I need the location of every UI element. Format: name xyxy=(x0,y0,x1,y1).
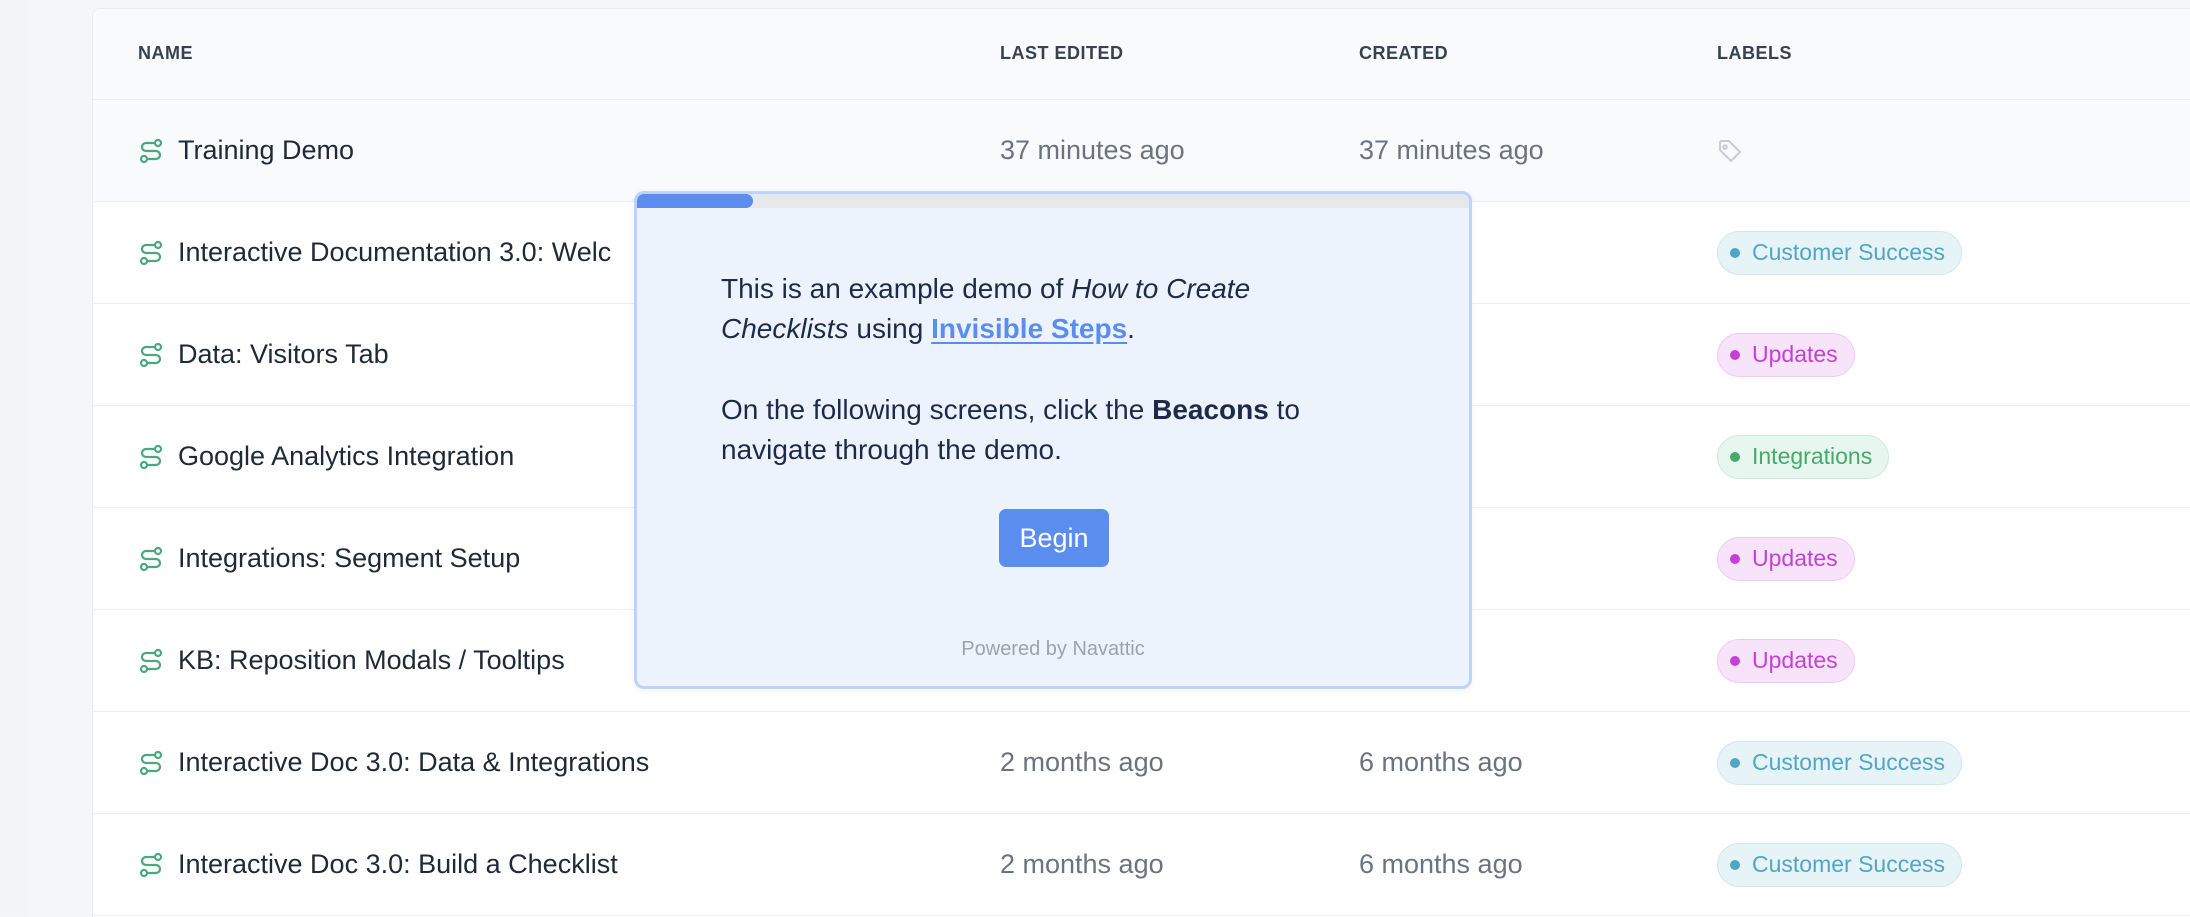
intro-mid: using xyxy=(848,313,932,344)
column-header-name[interactable]: NAME xyxy=(138,43,193,64)
label-dot-icon xyxy=(1730,757,1740,768)
cell-last-edited: 2 months ago xyxy=(1000,849,1164,879)
cell-created: 6 months ago xyxy=(1359,747,1523,777)
cell-name[interactable]: Google Analytics Integration xyxy=(138,406,514,507)
demo-name[interactable]: Data: Visitors Tab xyxy=(178,339,389,370)
label-dot-icon xyxy=(1730,859,1740,870)
cell-labels[interactable]: Updates xyxy=(1717,304,1855,405)
demo-intro-modal: This is an example demo of How to Create… xyxy=(634,191,1472,689)
cell-labels[interactable]: Updates xyxy=(1717,610,1855,711)
modal-body: This is an example demo of How to Create… xyxy=(721,269,1381,511)
progress-bar-fill xyxy=(637,194,754,208)
cell-name[interactable]: Interactive Documentation 3.0: Welc xyxy=(138,202,611,303)
cell-last-edited: 37 minutes ago xyxy=(1000,135,1185,165)
column-header-last-edited[interactable]: LAST EDITED xyxy=(1000,43,1124,64)
demo-name[interactable]: Interactive Doc 3.0: Data & Integrations xyxy=(178,747,649,778)
demo-name[interactable]: Google Analytics Integration xyxy=(178,441,514,472)
cell-labels[interactable]: Integrations xyxy=(1717,406,1890,507)
beacons-emphasis: Beacons xyxy=(1152,394,1269,425)
label-text: Customer Success xyxy=(1752,851,1946,877)
powered-by-navattic[interactable]: Powered by Navattic xyxy=(637,638,1469,661)
label-dot-icon xyxy=(1730,247,1740,258)
label-badge[interactable]: Customer Success xyxy=(1717,842,1963,887)
cell-name[interactable]: Interactive Doc 3.0: Data & Integrations xyxy=(138,712,649,813)
column-header-created[interactable]: CREATED xyxy=(1359,43,1448,64)
label-dot-icon xyxy=(1730,553,1740,564)
label-badge[interactable]: Integrations xyxy=(1717,434,1890,479)
label-badge[interactable]: Updates xyxy=(1717,332,1855,377)
tag-icon[interactable] xyxy=(1717,138,1743,164)
cell-last-edited: 2 months ago xyxy=(1000,747,1164,777)
intro-suffix: . xyxy=(1127,313,1135,344)
demo-name[interactable]: Interactive Documentation 3.0: Welc xyxy=(178,237,611,268)
label-text: Integrations xyxy=(1752,443,1873,469)
flow-icon xyxy=(138,750,164,776)
demo-name[interactable]: Training Demo xyxy=(178,135,354,166)
flow-icon xyxy=(138,648,164,674)
intro-prefix: This is an example demo of xyxy=(721,273,1072,304)
progress-bar xyxy=(637,194,1469,208)
label-dot-icon xyxy=(1730,349,1740,360)
demo-name[interactable]: Interactive Doc 3.0: Build a Checklist xyxy=(178,849,618,880)
cell-labels[interactable]: Updates xyxy=(1717,508,1855,609)
cell-name[interactable]: KB: Reposition Modals / Tooltips xyxy=(138,610,565,711)
column-header-labels: LABELS xyxy=(1717,43,1792,63)
modal-intro-text: This is an example demo of How to Create… xyxy=(721,269,1381,349)
label-text: Updates xyxy=(1752,341,1838,367)
label-text: Updates xyxy=(1752,647,1838,673)
flow-icon xyxy=(138,852,164,878)
instruction-prefix: On the following screens, click the xyxy=(721,394,1153,425)
label-badge[interactable]: Customer Success xyxy=(1717,740,1963,785)
flow-icon xyxy=(138,342,164,368)
flow-icon xyxy=(138,138,164,164)
label-text: Updates xyxy=(1752,545,1838,571)
label-badge[interactable]: Customer Success xyxy=(1717,230,1963,275)
invisible-steps-link[interactable]: Invisible Steps xyxy=(931,313,1127,344)
cell-name[interactable]: Data: Visitors Tab xyxy=(138,304,389,405)
cell-created: 6 months ago xyxy=(1359,849,1523,879)
flow-icon xyxy=(138,546,164,572)
cell-labels[interactable]: Customer Success xyxy=(1717,814,1963,915)
label-dot-icon xyxy=(1730,655,1740,666)
demo-name[interactable]: Integrations: Segment Setup xyxy=(178,543,520,574)
label-badge[interactable]: Updates xyxy=(1717,536,1855,581)
cell-name[interactable]: Interactive Doc 3.0: Build a Checklist xyxy=(138,814,618,915)
begin-button[interactable]: Begin xyxy=(999,509,1109,567)
cell-labels[interactable]: Customer Success xyxy=(1717,202,1963,303)
table-header: NAME LAST EDITED CREATED LABELS xyxy=(93,9,2190,100)
modal-instruction-text: On the following screens, click the Beac… xyxy=(721,390,1381,470)
label-text: Customer Success xyxy=(1752,749,1946,775)
cell-labels[interactable] xyxy=(1717,100,1743,201)
flow-icon xyxy=(138,444,164,470)
left-sidebar-strip xyxy=(0,0,28,916)
label-dot-icon xyxy=(1730,451,1740,462)
label-text: Customer Success xyxy=(1752,239,1946,265)
demo-name[interactable]: KB: Reposition Modals / Tooltips xyxy=(178,645,565,676)
cell-name[interactable]: Integrations: Segment Setup xyxy=(138,508,520,609)
table-row[interactable]: Interactive Doc 3.0: Data & Integrations… xyxy=(93,712,2190,814)
cell-name[interactable]: Training Demo xyxy=(138,100,354,201)
cell-created: 37 minutes ago xyxy=(1359,135,1544,165)
table-row[interactable]: Interactive Doc 3.0: Build a Checklist 2 … xyxy=(93,814,2190,916)
cell-labels[interactable]: Customer Success xyxy=(1717,712,1963,813)
table-row[interactable]: Training Demo 37 minutes ago 37 minutes ag… xyxy=(93,100,2190,202)
flow-icon xyxy=(138,240,164,266)
label-badge[interactable]: Updates xyxy=(1717,638,1855,683)
